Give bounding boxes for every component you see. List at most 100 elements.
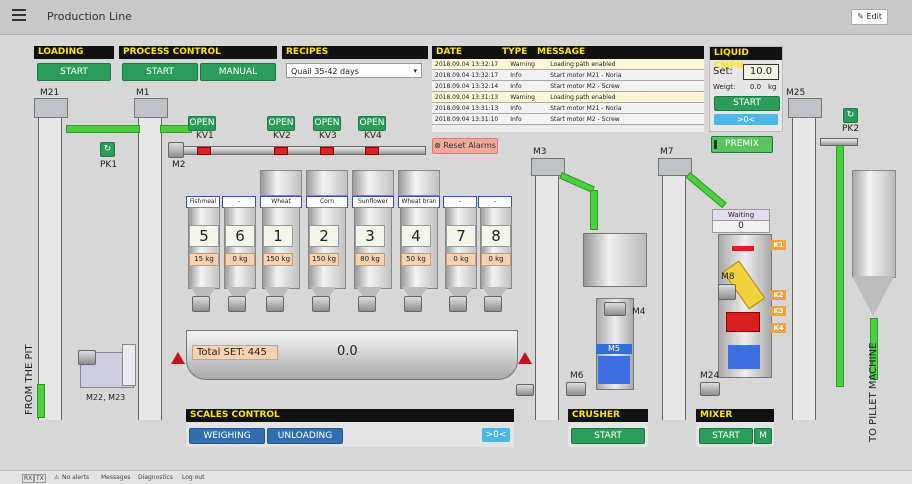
edit-button[interactable]: ✎ Edit [851, 9, 888, 25]
silo-weight: 150 kg [263, 253, 293, 266]
label-m22-m23: M22, M23 [86, 393, 126, 402]
premix-button[interactable]: PREMIX [711, 136, 773, 153]
menu-icon[interactable] [12, 9, 26, 21]
silo-screw-motor [404, 296, 422, 312]
silo-screw-motor [449, 296, 467, 312]
process-manual-button[interactable]: MANUAL [200, 63, 276, 81]
recipes-title: RECIPES [282, 46, 428, 59]
chevron-down-icon: ▾ [413, 67, 417, 75]
silo-weight: 0 kg [225, 253, 255, 266]
liquid-start-button[interactable]: START [714, 96, 780, 111]
silo-body [400, 207, 438, 289]
label-kv2: KV2 [273, 131, 291, 141]
log-cell-message: Start motor M2 - Screw [547, 80, 704, 92]
label-m25: M25 [786, 88, 806, 98]
logout-link[interactable]: Log out [182, 474, 204, 481]
motor-m6 [566, 382, 586, 396]
diagnostics-link[interactable]: Diagnostics [138, 474, 173, 481]
silo-weight: 15 kg [189, 253, 219, 266]
valve-kv1[interactable] [197, 147, 211, 155]
log-col-message: MESSAGE [537, 47, 586, 57]
log-cell-date: 2018.09.04 13:31:13 [432, 91, 508, 103]
silo-number: 7 [446, 225, 476, 247]
log-cell-type: Info [507, 69, 548, 81]
elevator-head-m25 [788, 98, 822, 118]
refresh-pk2-icon[interactable]: ↻ [843, 108, 858, 123]
silo-number: 2 [309, 225, 339, 247]
mixer-start-button[interactable]: START [699, 428, 753, 444]
recipe-select[interactable]: Quail 35-42 days ▾ [286, 63, 422, 78]
silo-number: 4 [401, 225, 431, 247]
elevator-m25 [792, 104, 816, 420]
badge-k4: K4 [771, 323, 786, 333]
valve-kv2[interactable] [274, 147, 288, 155]
elevator-m21 [38, 104, 62, 420]
crusher-chamber [598, 356, 630, 384]
liquid-set-input[interactable]: 10.0 [743, 64, 779, 80]
silo-screw-motor [484, 296, 502, 312]
mixer-manual-button[interactable]: M [754, 428, 772, 444]
label-m5: M5 [596, 344, 632, 354]
messages-link[interactable]: Messages [101, 474, 130, 481]
load-cell-right-icon [518, 352, 532, 364]
log-cell-type: Warning [507, 59, 548, 70]
motor-m22 [78, 350, 96, 365]
silo-weight: 0 kg [446, 253, 476, 266]
reset-alarms-button[interactable]: ⊗ Reset Alarms [432, 138, 498, 154]
silo-body [354, 207, 392, 289]
kv2-open-button[interactable]: OPEN [267, 116, 295, 131]
app-title: Production Line [47, 10, 132, 23]
liquid-zero-button[interactable]: >0< [714, 114, 778, 125]
process-title: PROCESS CONTROL [119, 46, 277, 59]
valve-kv4[interactable] [365, 147, 379, 155]
silo-body [445, 207, 477, 289]
badge-k3: K3 [771, 306, 786, 316]
unloading-button[interactable]: UNLOADING [267, 428, 343, 444]
badge-k1: K1 [771, 240, 786, 250]
elevator-m7 [662, 162, 686, 420]
crusher-start-button[interactable]: START [571, 428, 645, 444]
process-start-button[interactable]: START [122, 63, 198, 81]
silo-top-4 [398, 170, 440, 196]
scales-zero-button[interactable]: >0< [482, 428, 510, 442]
silo-number: 3 [355, 225, 385, 247]
label-pk1: PK1 [100, 160, 118, 170]
log-cell-date: 2018.09.04 13:31:10 [432, 113, 508, 125]
silo-screw-motor [266, 296, 284, 312]
refresh-pk1-icon[interactable]: ↻ [100, 142, 115, 157]
liquid-weight-value: 0.0 [750, 83, 762, 91]
label-m1: M1 [136, 88, 150, 98]
log-cell-type: Info [507, 80, 548, 92]
silo-number: 1 [263, 225, 293, 247]
premix-indicator-icon [714, 140, 717, 149]
silo-weight: 0 kg [481, 253, 511, 266]
kv3-open-button[interactable]: OPEN [313, 116, 341, 131]
scale-total-set: Total SET: 445 [192, 345, 278, 360]
kv4-open-button[interactable]: OPEN [358, 116, 386, 131]
mixer-valve [732, 246, 754, 251]
label-m2: M2 [172, 160, 186, 170]
weighing-button[interactable]: WEIGHING [189, 428, 265, 444]
valve-kv3[interactable] [320, 147, 334, 155]
from-pit-label: FROM THE PIT [24, 344, 35, 415]
silo-number: 8 [481, 225, 511, 247]
loading-start-button[interactable]: START [37, 63, 111, 81]
tx-indicator: TX [34, 474, 46, 483]
label-m8: M8 [721, 272, 735, 282]
log-header: DATE TYPE MESSAGE [432, 46, 704, 59]
crusher-panel: CRUSHER START [568, 409, 648, 447]
silo-weight: 80 kg [355, 253, 385, 266]
log-cell-type: Info [507, 113, 548, 125]
motor-m24 [700, 382, 720, 396]
reset-icon: ⊗ [434, 141, 441, 150]
screw-conveyor-m2 [176, 146, 426, 155]
kv1-open-button[interactable]: OPEN [188, 116, 216, 131]
liquid-set-label: Set: [713, 66, 733, 77]
silo-body [308, 207, 346, 289]
log-cell-message: Start motor M21 - Noria [547, 69, 704, 81]
scales-control-title: SCALES CONTROL [186, 409, 514, 422]
silo-screw-motor [312, 296, 330, 312]
log-cell-date: 2018.09.04 13:31:13 [432, 102, 508, 114]
alerts-link[interactable]: No alerts [62, 474, 89, 481]
log-row: 2018.09.04 13:31:10 Info Start motor M2 - … [432, 113, 704, 125]
